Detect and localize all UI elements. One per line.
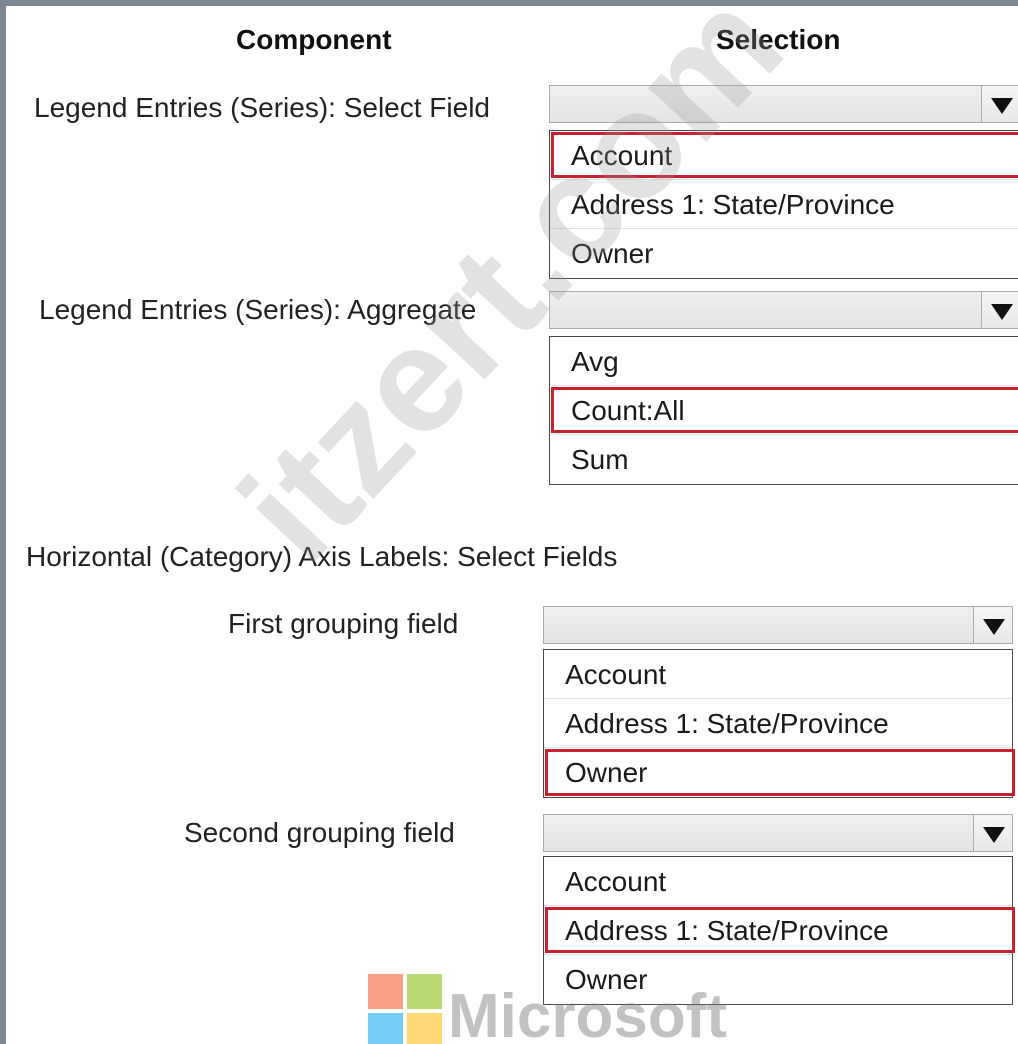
legend-aggregate-options: Avg Count:All Sum bbox=[549, 336, 1018, 485]
chevron-down-icon bbox=[983, 619, 1005, 635]
chevron-down-icon bbox=[991, 304, 1013, 320]
selection-header: Selection bbox=[716, 24, 841, 55]
option-address-state[interactable]: Address 1: State/Province bbox=[544, 699, 1012, 748]
legend-aggregate-label: Legend Entries (Series): Aggregate bbox=[39, 294, 477, 325]
legend-select-field-options: Account Address 1: State/Province Owner bbox=[549, 130, 1018, 279]
option-sum[interactable]: Sum bbox=[550, 435, 1018, 484]
option-owner[interactable]: Owner bbox=[550, 229, 1018, 278]
option-owner[interactable]: Owner bbox=[544, 955, 1012, 1004]
component-header: Component bbox=[236, 24, 392, 55]
second-grouping-label: Second grouping field bbox=[184, 817, 455, 848]
option-account[interactable]: Account bbox=[544, 650, 1012, 699]
answer-area: Component Selection Legend Entries (Seri… bbox=[0, 0, 1018, 1044]
dropdown-arrow-button[interactable] bbox=[973, 815, 1012, 851]
first-grouping-dropdown[interactable] bbox=[543, 606, 1013, 644]
microsoft-logo-icon bbox=[368, 974, 442, 1044]
option-avg[interactable]: Avg bbox=[550, 337, 1018, 386]
dropdown-arrow-button[interactable] bbox=[981, 292, 1018, 328]
legend-select-field-label: Legend Entries (Series): Select Field bbox=[34, 92, 490, 123]
dropdown-arrow-button[interactable] bbox=[973, 607, 1012, 643]
chevron-down-icon bbox=[991, 98, 1013, 114]
legend-select-field-dropdown[interactable] bbox=[549, 85, 1018, 123]
first-grouping-options: Account Address 1: State/Province Owner bbox=[543, 649, 1015, 798]
option-owner[interactable]: Owner bbox=[544, 748, 1015, 797]
legend-aggregate-dropdown[interactable] bbox=[549, 291, 1018, 329]
chevron-down-icon bbox=[983, 827, 1005, 843]
option-account[interactable]: Account bbox=[544, 857, 1012, 906]
dropdown-arrow-button[interactable] bbox=[981, 86, 1018, 122]
horizontal-axis-heading: Horizontal (Category) Axis Labels: Selec… bbox=[26, 541, 618, 572]
option-address-state[interactable]: Address 1: State/Province bbox=[544, 906, 1015, 955]
option-count-all[interactable]: Count:All bbox=[550, 386, 1018, 435]
second-grouping-dropdown[interactable] bbox=[543, 814, 1013, 852]
option-account[interactable]: Account bbox=[550, 131, 1018, 180]
first-grouping-label: First grouping field bbox=[228, 608, 459, 639]
option-address-state[interactable]: Address 1: State/Province bbox=[550, 180, 1018, 229]
second-grouping-options: Account Address 1: State/Province Owner bbox=[543, 856, 1015, 1005]
